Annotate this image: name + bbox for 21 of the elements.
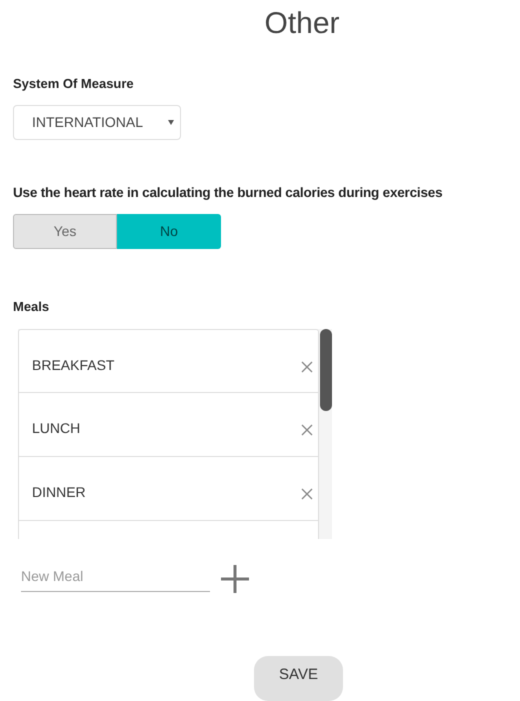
- meal-name: DINNER: [32, 483, 87, 502]
- meal-name: LUNCH: [32, 419, 82, 438]
- section-label: Meals: [13, 299, 50, 315]
- meal-name: BREAKFAST: [32, 356, 116, 375]
- meal-row[interactable]: LUNCH: [18, 393, 319, 457]
- caret-icon: [168, 120, 174, 125]
- close-icon[interactable]: [301, 424, 313, 436]
- toggle-option[interactable]: No: [117, 214, 221, 249]
- close-icon[interactable]: [301, 361, 313, 373]
- toggle-option[interactable]: Yes: [13, 214, 117, 249]
- question-label: Use the heart rate in calculating the burned calories during exercises: [13, 184, 444, 202]
- scrollbar-thumb[interactable]: [320, 329, 332, 411]
- meal-row[interactable]: BREAKFAST: [18, 329, 319, 393]
- close-icon[interactable]: [301, 488, 313, 500]
- plus-icon[interactable]: [220, 564, 250, 594]
- meal-row[interactable]: DINNER: [18, 457, 319, 521]
- measure-dropdown[interactable]: INTERNATIONAL: [13, 105, 181, 140]
- new-meal-field[interactable]: New Meal: [21, 566, 210, 592]
- field-label: System Of Measure: [13, 76, 135, 92]
- save-button[interactable]: SAVE: [254, 656, 343, 701]
- page-title: Other: [264, 6, 340, 42]
